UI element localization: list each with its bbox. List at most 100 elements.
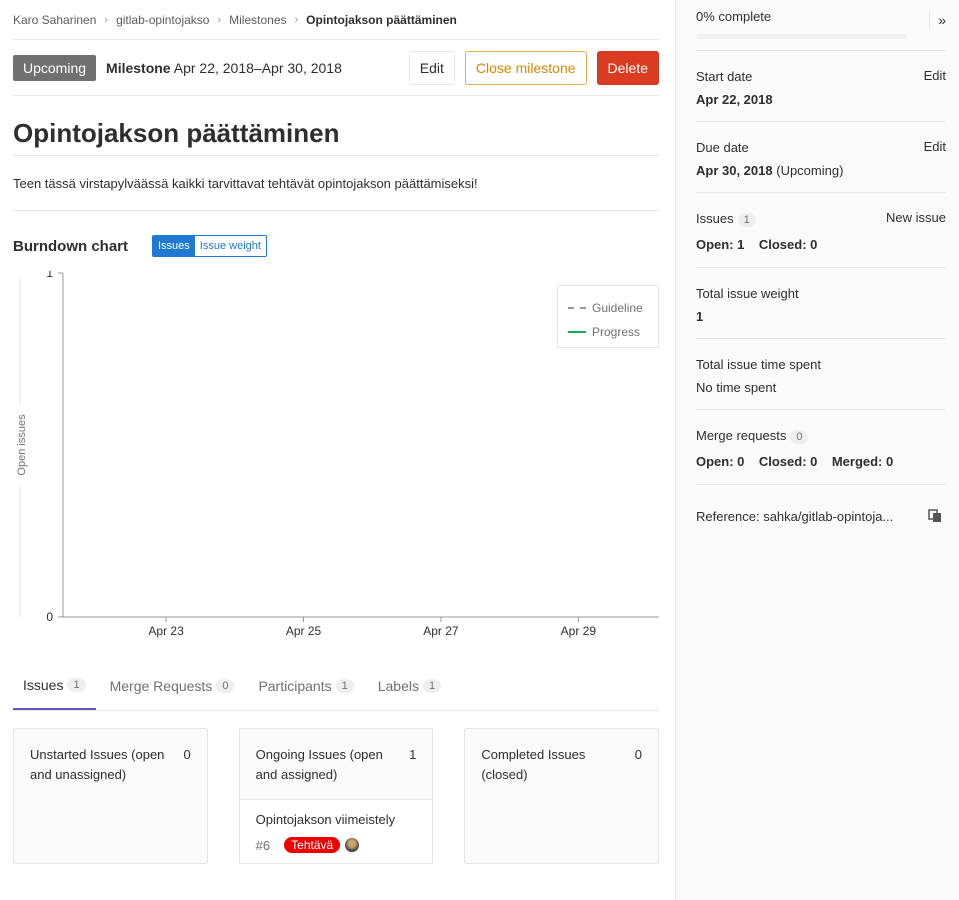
issue-boards: Unstarted Issues (open and unassigned) 0… [13, 728, 660, 864]
status-badge: Upcoming [13, 54, 97, 81]
breadcrumb-item-milestones[interactable]: Milestones [229, 13, 286, 27]
ongoing-issues-card: Ongoing Issues (open and assigned) 1 Opi… [238, 728, 434, 864]
y-tick-label: 1 [46, 271, 53, 280]
burndown-toggle: Issues Issue weight [152, 235, 267, 257]
breadcrumb-item-project[interactable]: gitlab-opintojakso [116, 13, 209, 27]
milestone-dates: Milestone Apr 22, 2018–Apr 30, 2018 [106, 60, 342, 76]
tab-issues[interactable]: Issues 1 [13, 661, 96, 710]
breadcrumb: Karo Saharinen › gitlab-opintojakso › Mi… [13, 0, 659, 40]
ongoing-issues-header: Ongoing Issues (open and assigned) 1 [239, 729, 433, 800]
sidebar-issues: Issues 1 New issue Open: 1 Closed: 0 [696, 193, 946, 268]
y-tick-label: 0 [46, 610, 53, 624]
issues-stats: Open: 1 Closed: 0 [696, 237, 946, 252]
start-date-value: Apr 22, 2018 [696, 92, 773, 107]
issues-label: Issues [696, 211, 734, 226]
due-date-value: Apr 30, 2018 [696, 163, 773, 178]
due-date-label: Due date [696, 140, 749, 155]
chevron-right-icon: › [104, 13, 109, 26]
milestone-header: Upcoming Milestone Apr 22, 2018–Apr 30, … [13, 40, 659, 96]
guideline-swatch [568, 307, 586, 309]
issue-label-badge[interactable]: Tehtävä [284, 837, 341, 853]
time-spent-label: Total issue time spent [696, 357, 822, 372]
ongoing-issues-title: Ongoing Issues (open and assigned) [255, 747, 383, 782]
due-date-edit-link[interactable]: Edit [924, 139, 946, 154]
title-block: Opintojakson päättäminen [13, 96, 659, 156]
tab-merge-requests-label: Merge Requests [109, 677, 213, 694]
tab-labels[interactable]: Labels 1 [368, 661, 451, 710]
legend-progress-label: Progress [592, 325, 641, 339]
burndown-chart: 0 1 Apr 23 Apr 25 Apr 27 Apr 29 Open issues Gu… [13, 271, 659, 651]
tab-merge-requests[interactable]: Merge Requests 0 [100, 661, 245, 710]
y-axis-label: Open issues [16, 414, 28, 476]
sidebar-progress-block: 0% complete » [696, 0, 946, 51]
issue-number: #6 [255, 837, 271, 853]
tab-merge-requests-count: 0 [216, 678, 235, 693]
breadcrumb-item-user[interactable]: Karo Saharinen [13, 13, 96, 27]
milestone-label: Milestone [106, 59, 171, 76]
tab-participants[interactable]: Participants 1 [248, 661, 363, 710]
legend-guideline-label: Guideline [592, 301, 643, 315]
legend-item-guideline: Guideline [568, 296, 658, 320]
progress-text: 0% complete [696, 9, 772, 24]
chart-legend: Guideline Progress [557, 285, 659, 348]
burndown-title: Burndown chart [13, 237, 128, 255]
time-spent-value: No time spent [696, 380, 777, 395]
edit-button[interactable]: Edit [408, 50, 455, 85]
milestone-date-range: Apr 22, 2018–Apr 30, 2018 [173, 59, 342, 76]
merge-requests-label: Merge requests [696, 428, 787, 443]
burndown-header: Burndown chart Issues Issue weight [13, 235, 659, 257]
main-content: Karo Saharinen › gitlab-opintojakso › Mi… [13, 0, 660, 900]
x-tick-label: Apr 27 [423, 624, 459, 638]
toggle-issues-button[interactable]: Issues [153, 236, 195, 256]
copy-icon[interactable] [928, 509, 942, 523]
tab-participants-count: 1 [335, 678, 354, 693]
start-date-label: Start date [696, 69, 753, 84]
close-milestone-button[interactable]: Close milestone [464, 50, 587, 85]
unstarted-issues-title: Unstarted Issues (open and unassigned) [30, 747, 165, 782]
breadcrumb-current[interactable]: Opintojakson päättäminen [306, 13, 457, 27]
unstarted-issues-count: 0 [183, 747, 191, 762]
sidebar-weight: Total issue weight 1 [696, 268, 946, 339]
ongoing-issues-count: 1 [409, 747, 417, 762]
completed-issues-card: Completed Issues (closed) 0 [464, 728, 660, 864]
mr-open: Open: 0 [696, 454, 745, 469]
x-tick-label: Apr 29 [561, 624, 597, 638]
due-date-status: (Upcoming) [776, 163, 844, 178]
reference-text: Reference: sahka/gitlab-opintoja... [696, 509, 894, 524]
completed-issues-title: Completed Issues (closed) [481, 747, 586, 782]
unstarted-issues-header: Unstarted Issues (open and unassigned) 0 [14, 729, 207, 799]
assignee-avatar[interactable] [345, 838, 360, 852]
completed-issues-header: Completed Issues (closed) 0 [465, 729, 658, 799]
issue-title-link[interactable]: Opintojakson viimeistely [256, 812, 395, 827]
tab-issues-count: 1 [67, 677, 86, 692]
x-tick-label: Apr 25 [286, 624, 322, 638]
tab-labels-label: Labels [377, 677, 419, 694]
x-tick-label: Apr 23 [148, 624, 184, 638]
tab-issues-label: Issues [23, 676, 64, 693]
tab-participants-label: Participants [258, 677, 332, 694]
start-date-edit-link[interactable]: Edit [924, 68, 946, 83]
delete-button[interactable]: Delete [596, 50, 659, 85]
mr-merged: Merged: 0 [831, 454, 894, 469]
progress-bar [696, 34, 907, 39]
issues-count: 1 [737, 213, 756, 227]
collapse-sidebar-icon[interactable]: » [929, 12, 946, 28]
milestone-tabs: Issues 1 Merge Requests 0 Participants 1 La… [13, 661, 659, 711]
unstarted-issues-card: Unstarted Issues (open and unassigned) 0 [13, 728, 208, 864]
issue-card[interactable]: Opintojakson viimeistely #6 Tehtävä [239, 800, 433, 863]
right-sidebar: 0% complete » Start date Edit Apr 22, 20… [675, 0, 959, 900]
weight-label: Total issue weight [696, 286, 799, 301]
toggle-weight-button[interactable]: Issue weight [195, 236, 266, 256]
sidebar-due-date: Due date Edit Apr 30, 2018 (Upcoming) [696, 122, 946, 193]
page-title: Opintojakson päättäminen [13, 118, 340, 148]
sidebar-reference: Reference: sahka/gitlab-opintoja... [696, 485, 946, 545]
weight-value: 1 [696, 309, 704, 324]
milestone-description: Teen tässä virstapylväässä kaikki tarvit… [13, 156, 659, 211]
sidebar-start-date: Start date Edit Apr 22, 2018 [696, 51, 946, 122]
merge-requests-stats: Open: 0 Closed: 0 Merged: 0 [696, 454, 946, 469]
legend-item-progress: Progress [568, 320, 658, 344]
chevron-right-icon: › [217, 13, 222, 26]
new-issue-link[interactable]: New issue [886, 210, 946, 225]
sidebar-time-spent: Total issue time spent No time spent [696, 339, 946, 410]
issue-meta: #6 Tehtävä [256, 837, 417, 853]
